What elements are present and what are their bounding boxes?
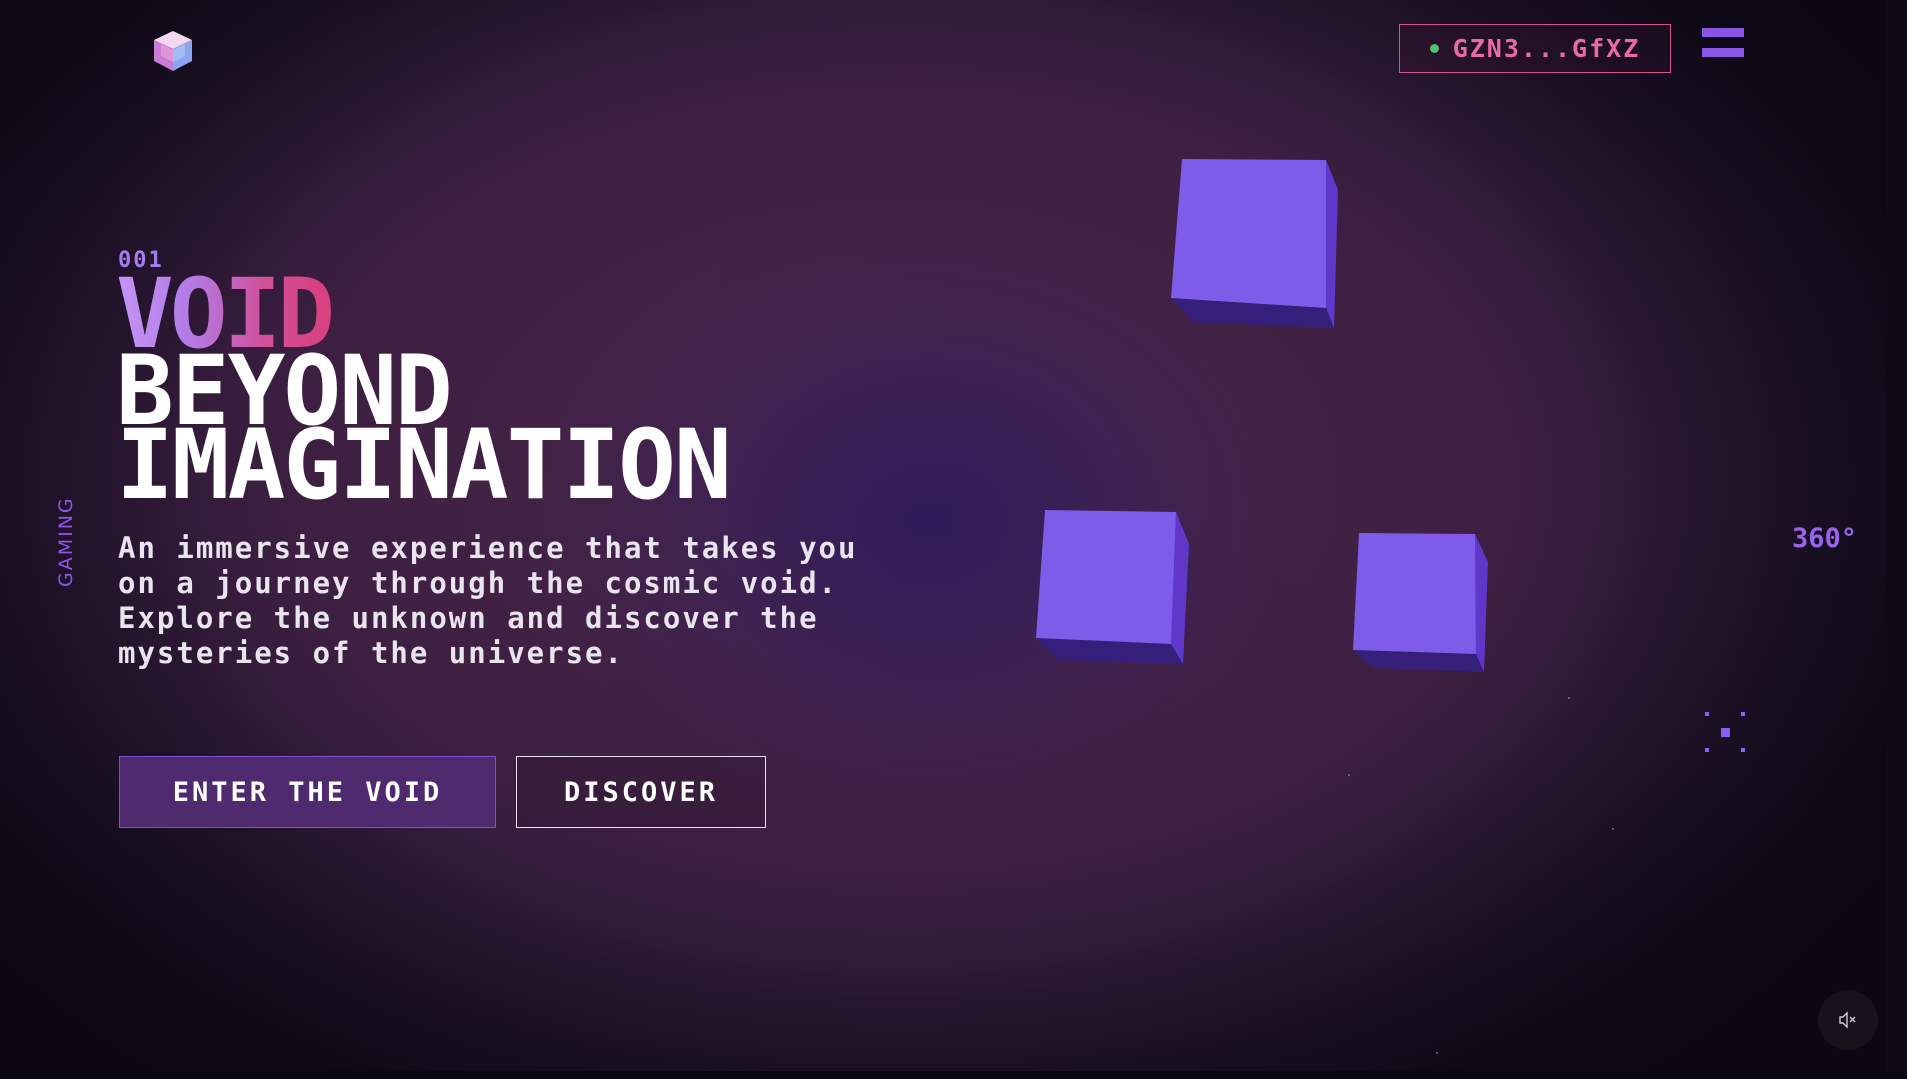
hero-stage: GZN3...GfXZ GAMING 001 VOID BEYOND IMAGI… <box>0 0 1886 1071</box>
hero-description: An immersive experience that takes you o… <box>118 531 858 670</box>
side-category-label: GAMING <box>55 496 77 587</box>
muted-speaker-icon <box>1839 1011 1856 1029</box>
hamburger-menu-icon[interactable] <box>1702 28 1744 60</box>
star-speck <box>1612 828 1614 830</box>
floating-cube <box>1171 159 1338 328</box>
sound-toggle-button[interactable] <box>1818 990 1878 1050</box>
floating-cube <box>1353 533 1488 672</box>
hero-title-line: IMAGINATION <box>116 409 732 521</box>
enter-the-void-button[interactable]: ENTER THE VOID <box>119 756 496 828</box>
star-speck <box>1568 697 1570 699</box>
discover-button[interactable]: DISCOVER <box>516 756 766 828</box>
cube-logo-icon[interactable] <box>150 28 196 74</box>
menu-bar <box>1702 48 1744 57</box>
page-scrollbar[interactable] <box>1886 0 1907 1079</box>
pixel-crosshair-icon <box>1705 712 1745 752</box>
wallet-address: GZN3...GfXZ <box>1452 34 1641 63</box>
menu-bar <box>1702 28 1744 37</box>
floating-cube <box>1036 510 1189 664</box>
rotation-360-label[interactable]: 360° <box>1792 523 1857 554</box>
star-speck <box>1348 774 1350 776</box>
wallet-address-button[interactable]: GZN3...GfXZ <box>1399 24 1671 73</box>
connection-status-indicator <box>1429 44 1439 53</box>
star-speck <box>1436 1052 1438 1054</box>
bottom-edge <box>0 1071 1907 1079</box>
